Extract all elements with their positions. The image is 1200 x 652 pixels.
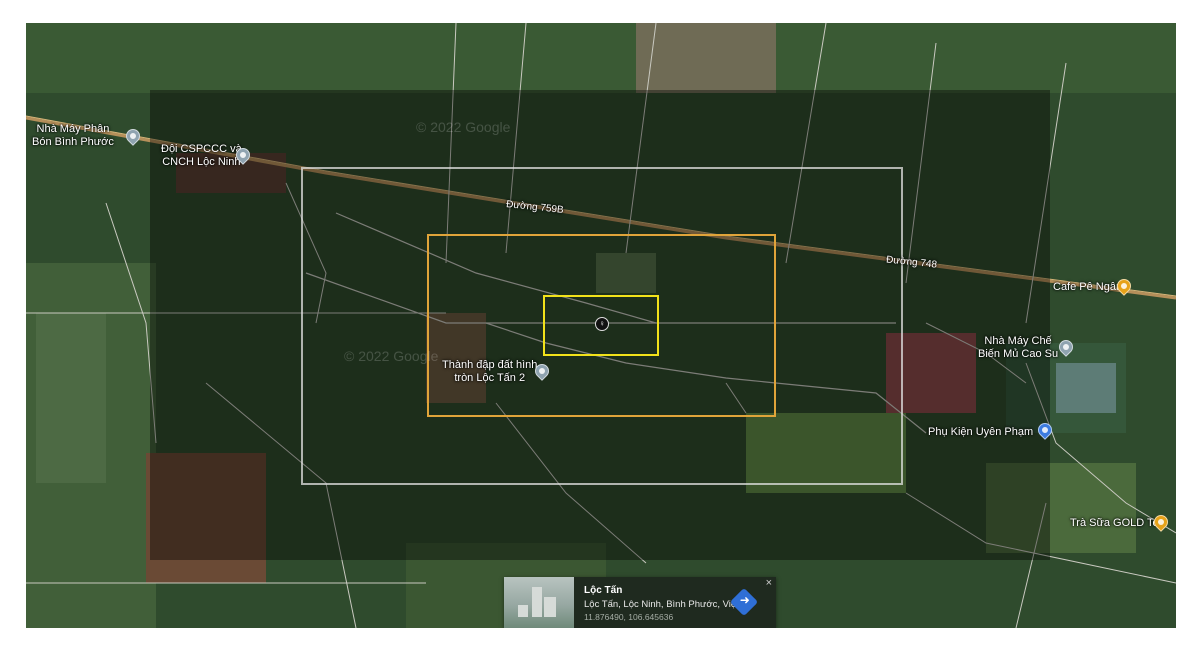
watermark: © 2022 Google [344, 348, 439, 364]
directions-icon[interactable]: ➜ [729, 587, 759, 617]
place-label: Nhà Máy Phân Bón Bình Phước [32, 123, 114, 148]
place-coordinates: 11.876490, 106.645636 [584, 612, 674, 622]
place-label: Thành đập đất hình tròn Lộc Tấn 2 [442, 359, 538, 384]
place-label: Nhà Máy Chế Biến Mủ Cao Su [978, 335, 1059, 360]
satellite-map[interactable]: © 2022 Google © 2022 Google ♀ Đường 759B… [26, 23, 1176, 628]
close-icon[interactable]: × [766, 577, 772, 589]
place-thumbnail[interactable] [504, 577, 574, 628]
place-label: Phụ Kiện Uyên Phạm [928, 426, 1034, 438]
watermark: © 2022 Google [416, 119, 511, 135]
place-label: Cafe Pê Ngân [1053, 281, 1123, 293]
place-info-card[interactable]: Lộc Tấn Lộc Tấn, Lộc Ninh, Bình Phước, V… [504, 577, 776, 628]
location-marker[interactable]: ♀ [595, 317, 609, 331]
place-address: Lộc Tấn, Lộc Ninh, Bình Phước, Việ... [584, 599, 745, 610]
place-label: Trà Sữa GOLD Tea [1070, 517, 1165, 529]
place-title: Lộc Tấn [584, 585, 623, 596]
place-label: Đội CSPCCC và CNCH Lộc Ninh [161, 143, 242, 168]
